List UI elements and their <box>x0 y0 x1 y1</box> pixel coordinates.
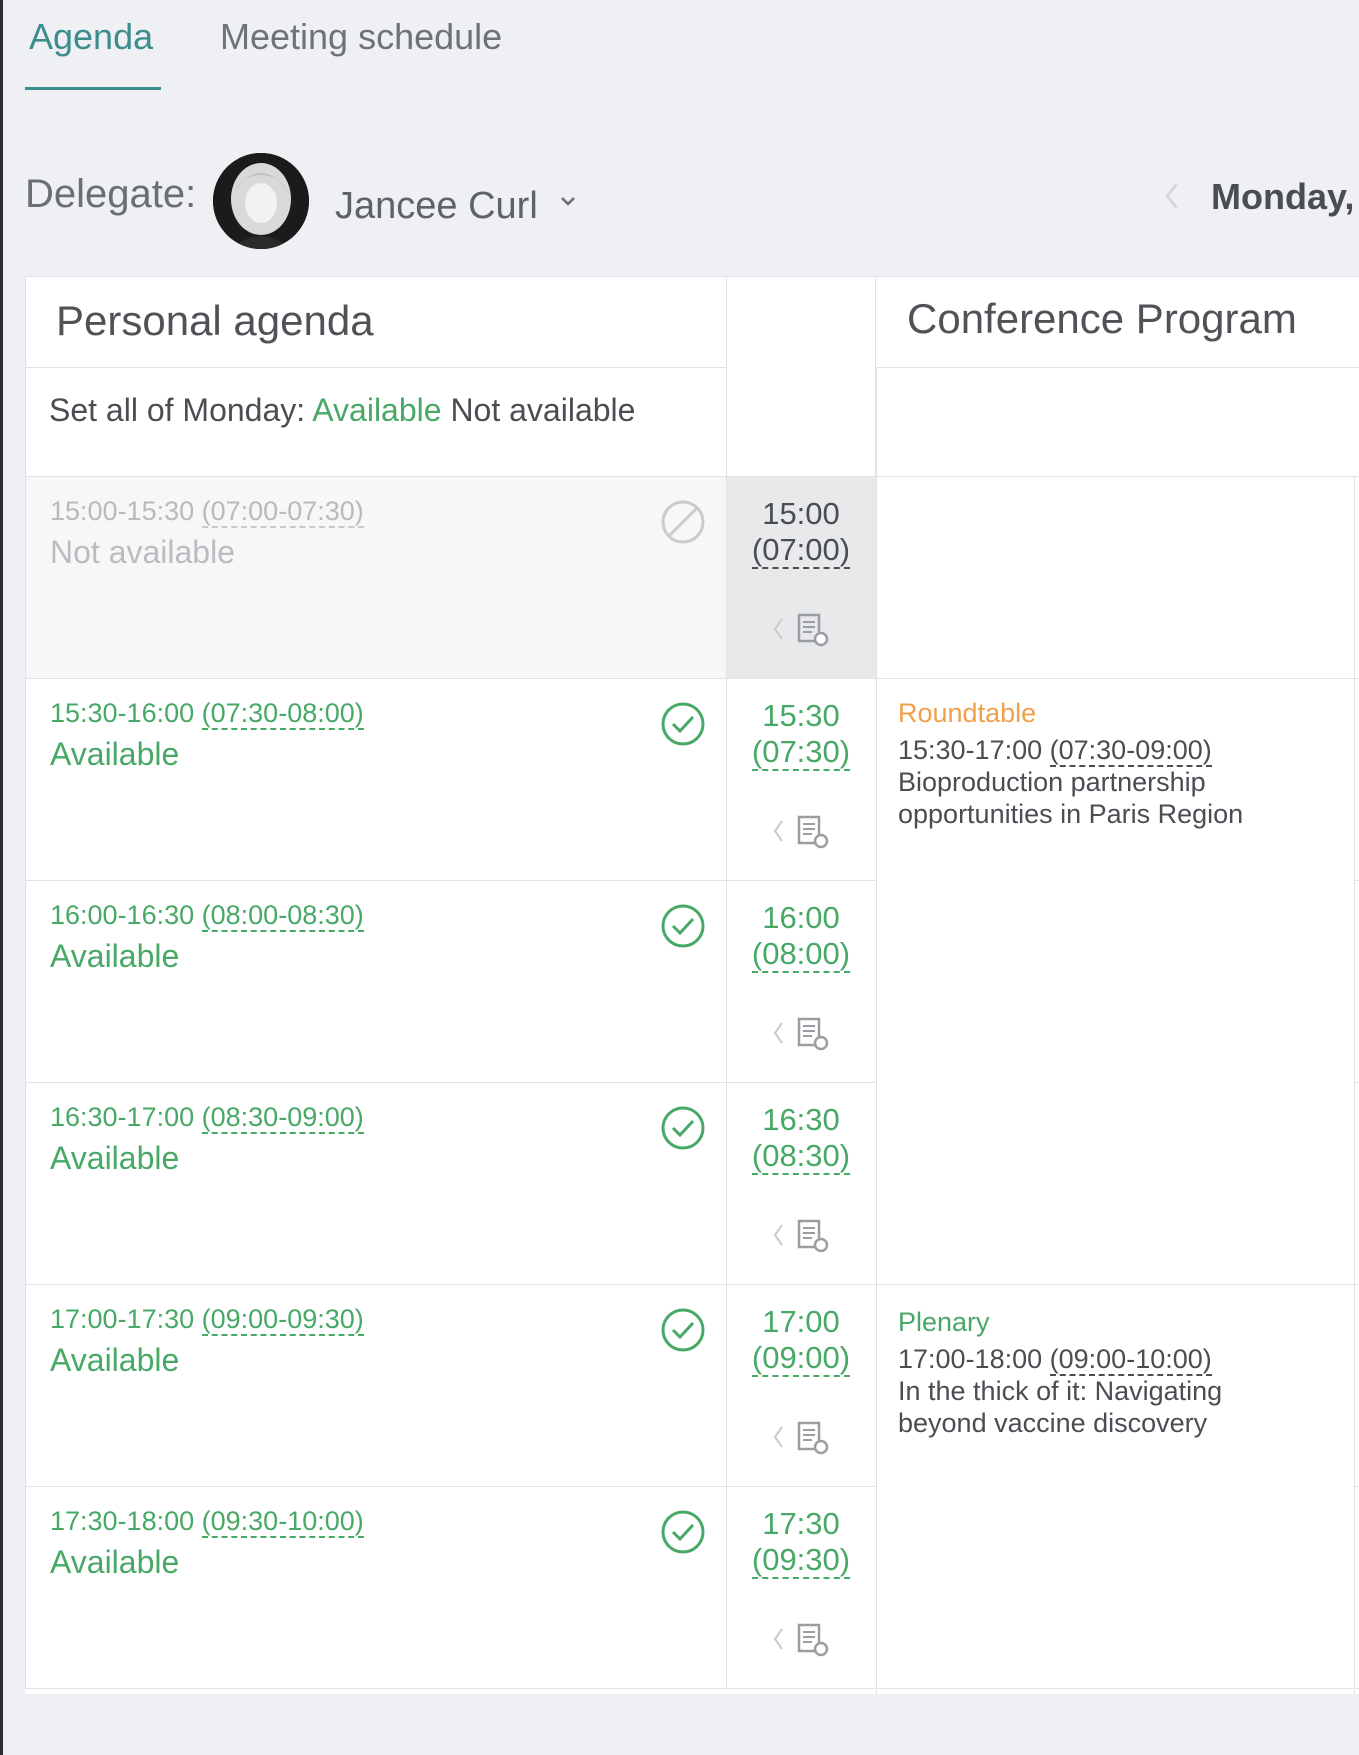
time-slot: 16:30-17:00 (08:30-09:00) Available <box>25 1082 726 1284</box>
slot-status: Available <box>50 938 180 974</box>
slot-status: Available <box>50 1140 180 1176</box>
add-meeting-icon[interactable] <box>794 814 830 850</box>
add-meeting-icon[interactable] <box>794 612 830 648</box>
conference-program-header: Conference Program <box>876 276 1359 368</box>
divider <box>25 1082 876 1083</box>
time-axis-header <box>726 276 876 476</box>
divider <box>1354 880 1359 881</box>
axis-time: 16:00 <box>762 900 840 935</box>
time-axis-cell: 15:00 (07:00) <box>726 476 876 678</box>
personal-agenda-header: Personal agenda <box>25 276 726 368</box>
divider <box>25 476 1359 477</box>
tab-meeting-schedule[interactable]: Meeting schedule <box>220 16 502 58</box>
conference-subheader <box>876 368 1359 476</box>
chevron-down-icon[interactable] <box>556 190 580 214</box>
divider <box>1354 476 1355 1694</box>
session-time: 15:30-17:00 (07:30-09:00) <box>898 735 1212 767</box>
divider <box>1354 1486 1359 1487</box>
slot-time: 17:30-18:00 (09:30-10:00) <box>50 1506 364 1538</box>
axis-local-time: (09:00) <box>751 1340 851 1377</box>
divider <box>25 880 876 881</box>
axis-time: 15:30 <box>762 698 840 733</box>
axis-local-time: (07:00) <box>751 532 851 569</box>
divider <box>25 1486 876 1487</box>
session-time: 17:00-18:00 (09:00-10:00) <box>898 1344 1212 1376</box>
session-type: Plenary <box>898 1307 990 1337</box>
chevron-left-icon <box>773 1022 783 1044</box>
add-meeting-icon[interactable] <box>794 1622 830 1658</box>
axis-time: 17:00 <box>762 1304 840 1339</box>
divider <box>1354 1082 1359 1083</box>
add-meeting-icon[interactable] <box>794 1420 830 1456</box>
slot-time: 16:00-16:30 (08:00-08:30) <box>50 900 364 932</box>
slot-status: Available <box>50 1342 180 1378</box>
time-slot: 15:30-16:00 (07:30-08:00) Available <box>25 678 726 880</box>
agenda-grid: Personal agenda Conference Program 15:00… <box>25 276 1359 1694</box>
check-circle-icon[interactable] <box>659 1306 707 1354</box>
slot-time: 17:00-17:30 (09:00-09:30) <box>50 1304 364 1336</box>
time-axis-cell: 17:30 (09:30) <box>726 1486 876 1688</box>
set-all-not-available-link[interactable]: Not available <box>450 392 635 428</box>
slot-status: Not available <box>50 534 235 570</box>
time-slot: 16:00-16:30 (08:00-08:30) Available <box>25 880 726 1082</box>
conference-program-title: Conference Program <box>907 295 1297 342</box>
check-circle-icon[interactable] <box>659 902 707 950</box>
chevron-left-icon <box>773 618 783 640</box>
time-axis-cell: 17:00 (09:00) <box>726 1284 876 1486</box>
axis-local-time: (07:30) <box>751 734 851 771</box>
tab-agenda[interactable]: Agenda <box>29 16 153 58</box>
axis-local-time: (08:00) <box>751 936 851 973</box>
set-all-controls: Set all of Monday: Available Not availab… <box>49 392 635 429</box>
current-date: Monday, : <box>1211 176 1359 217</box>
agenda-app: Agenda Meeting schedule Delegate: Jancee… <box>0 0 1359 1755</box>
time-axis-cell: 16:30 (08:30) <box>726 1082 876 1284</box>
session-title: Bioproduction partnership opportunities … <box>898 767 1244 829</box>
session-card[interactable]: Plenary 17:00-18:00 (09:00-10:00) In the… <box>898 1307 1278 1439</box>
time-axis-cell: 15:30 (07:30) <box>726 678 876 880</box>
slot-time: 16:30-17:00 (08:30-09:00) <box>50 1102 364 1134</box>
personal-agenda-title: Personal agenda <box>56 297 374 344</box>
check-circle-icon[interactable] <box>659 1104 707 1152</box>
session-title: In the thick of it: Navigating beyond va… <box>898 1376 1223 1438</box>
axis-local-time: (08:30) <box>751 1138 851 1175</box>
delegate-name[interactable]: Jancee Curl <box>335 185 538 228</box>
divider <box>25 1284 1359 1285</box>
slot-time: 15:30-16:00 (07:30-08:00) <box>50 698 364 730</box>
slot-status: Available <box>50 1544 180 1580</box>
delegate-label: Delegate: <box>25 172 197 216</box>
add-meeting-icon[interactable] <box>794 1218 830 1254</box>
axis-local-time: (09:30) <box>751 1542 851 1579</box>
active-tab-indicator <box>25 87 161 90</box>
axis-time: 17:30 <box>762 1506 840 1541</box>
add-meeting-icon[interactable] <box>794 1016 830 1052</box>
session-type: Roundtable <box>898 698 1037 728</box>
divider <box>726 476 727 1688</box>
avatar-image <box>213 153 309 249</box>
chevron-left-icon <box>773 820 783 842</box>
chevron-left-icon <box>773 1628 783 1650</box>
set-all-available-link[interactable]: Available <box>312 392 441 428</box>
chevron-left-icon <box>773 1426 783 1448</box>
check-circle-icon[interactable] <box>659 1508 707 1556</box>
time-slot: 17:00-17:30 (09:00-09:30) Available <box>25 1284 726 1486</box>
time-axis-cell: 16:00 (08:00) <box>726 880 876 1082</box>
chevron-left-icon <box>773 1224 783 1246</box>
chevron-left-icon[interactable] <box>1161 180 1183 212</box>
time-slot: 15:00-15:30 (07:00-07:30) Not available <box>25 476 726 678</box>
check-circle-icon[interactable] <box>659 700 707 748</box>
divider <box>25 678 1359 679</box>
slot-status: Available <box>50 736 180 772</box>
divider <box>25 1688 1359 1689</box>
not-available-icon[interactable] <box>659 498 707 546</box>
footer-area <box>25 1694 1359 1755</box>
axis-time: 16:30 <box>762 1102 840 1137</box>
divider <box>876 368 877 1694</box>
conference-program-area <box>876 476 1359 1694</box>
time-slot: 17:30-18:00 (09:30-10:00) Available <box>25 1486 726 1688</box>
avatar[interactable] <box>213 153 309 249</box>
slot-time: 15:00-15:30 (07:00-07:30) <box>50 496 364 528</box>
set-all-label: Set all of Monday: <box>49 392 306 428</box>
axis-time: 15:00 <box>762 496 840 531</box>
session-card[interactable]: Roundtable 15:30-17:00 (07:30-09:00) Bio… <box>898 698 1278 830</box>
